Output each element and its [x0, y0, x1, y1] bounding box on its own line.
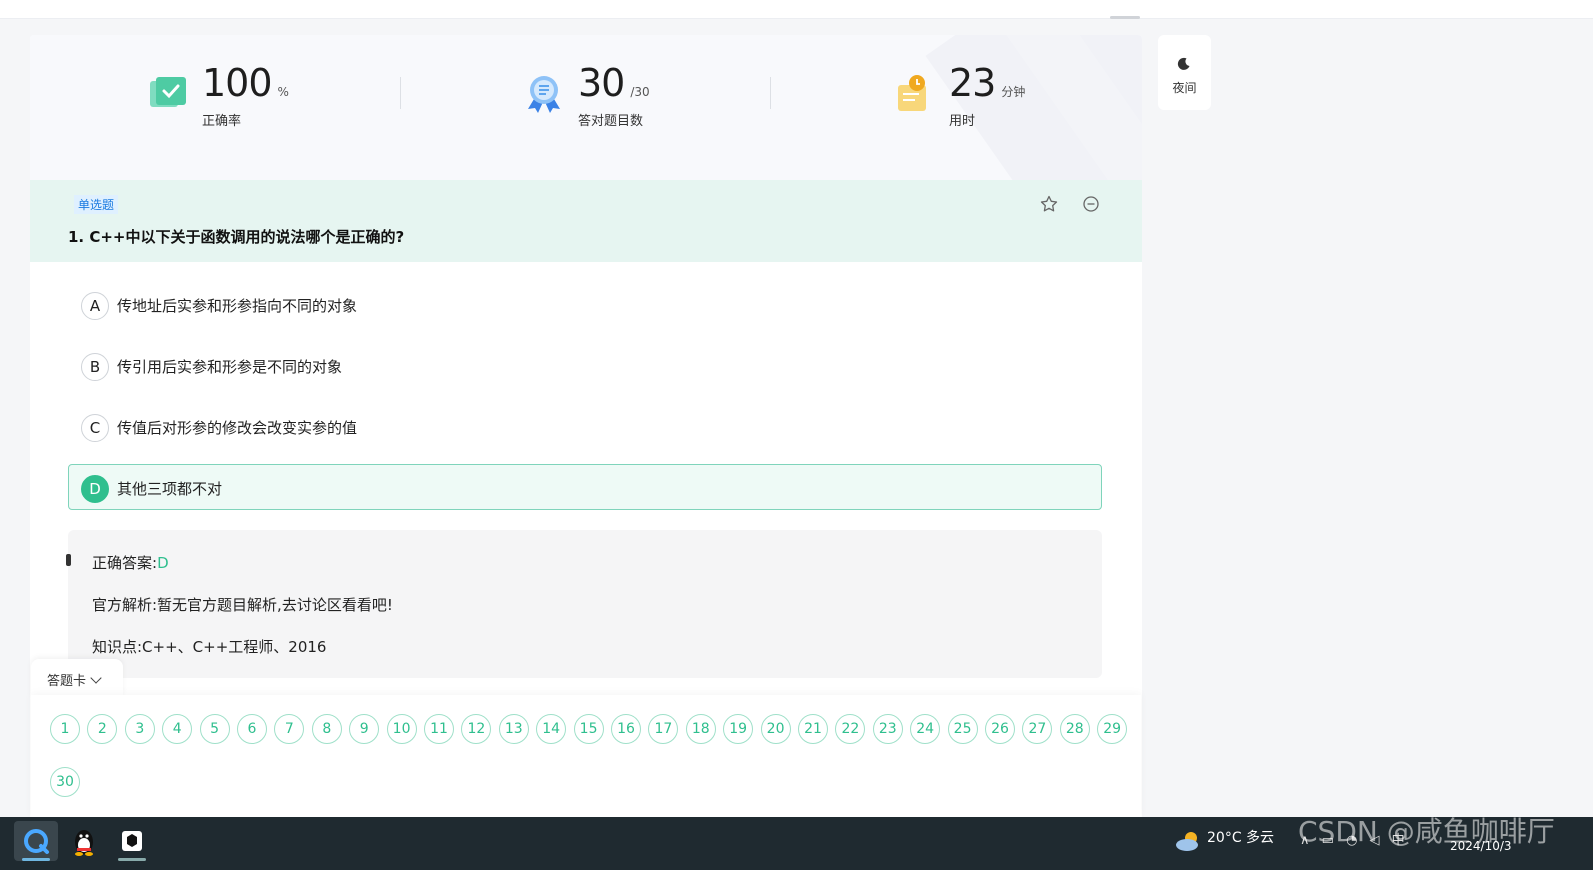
- stats-header: 100% 正确率 30/30 答对题目数 23 分钟 用时: [30, 35, 1142, 180]
- question-number-button[interactable]: 7: [274, 714, 305, 744]
- question-number-button[interactable]: 13: [498, 714, 529, 744]
- option-letter: B: [81, 353, 109, 381]
- question-number-button[interactable]: 10: [386, 714, 417, 744]
- question-number-button[interactable]: 27: [1022, 714, 1053, 744]
- question-number-button[interactable]: 17: [648, 714, 679, 744]
- chevron-down-icon: [90, 672, 102, 684]
- question-number-button[interactable]: 21: [798, 714, 828, 744]
- taskbar-browser[interactable]: [14, 821, 58, 861]
- accuracy-label: 正确率: [202, 114, 242, 129]
- question-number-button[interactable]: 1: [50, 714, 80, 744]
- correct-count-value: 30/30: [578, 61, 650, 105]
- browser-icon: [24, 829, 49, 854]
- taskbar-qq[interactable]: [62, 821, 106, 861]
- option-text: 其他三项都不对: [117, 480, 223, 498]
- option-text: 传值后对形参的修改会改变实参的值: [117, 419, 358, 437]
- option-a[interactable]: A 传地址后实参和形参指向不同的对象: [68, 281, 1102, 327]
- answer-card-panel: 1 2 3 4 5 6 7 8 9 10 11 12 13 14 15 16 17 18 19 20 21 22 23 24 2…: [31, 695, 1141, 817]
- option-letter: D: [81, 475, 109, 503]
- question-number-button[interactable]: 4: [162, 714, 193, 744]
- night-mode-label: 夜间: [1172, 81, 1197, 95]
- option-letter: A: [81, 292, 109, 320]
- night-mode-button[interactable]: 夜间: [1158, 35, 1211, 110]
- question-number-button[interactable]: 8: [311, 714, 342, 744]
- cloudy-weather-icon: [1176, 832, 1198, 851]
- official-analysis: 官方解析:暂无官方题目解析,去讨论区看看吧!: [92, 596, 393, 614]
- question-number-button[interactable]: 3: [124, 714, 155, 744]
- question-number-button[interactable]: 16: [611, 714, 641, 744]
- time-value: 23 分钟: [949, 61, 1026, 105]
- answer-explanation-box: 正确答案:D 官方解析:暂无官方题目解析,去讨论区看看吧! 知识点:C++、C+…: [66, 530, 1102, 678]
- knowledge-points: 知识点:C++、C++工程师、2016: [92, 638, 327, 656]
- active-indicator: [22, 858, 50, 861]
- question-header: 单选题 1. C++中以下关于函数调用的说法哪个是正确的?: [30, 180, 1142, 262]
- remove-circle-icon[interactable]: [1081, 194, 1101, 214]
- app-cube-icon: [122, 831, 142, 851]
- question-number-button[interactable]: 28: [1059, 714, 1090, 744]
- question-number-button[interactable]: 26: [985, 714, 1015, 744]
- question-number-button[interactable]: 22: [835, 714, 866, 744]
- top-bar: [0, 0, 1593, 19]
- top-bar-handle: [1110, 16, 1140, 19]
- question-number-button[interactable]: 15: [573, 714, 604, 744]
- accuracy-value: 100%: [202, 61, 289, 105]
- question-number-button[interactable]: 24: [910, 714, 941, 744]
- option-letter: C: [81, 414, 109, 442]
- correct-answer-row: 正确答案:D: [92, 552, 169, 573]
- answer-card-toggle[interactable]: 答题卡: [31, 659, 123, 697]
- option-d-selected[interactable]: D 其他三项都不对: [68, 464, 1102, 510]
- question-number-button[interactable]: 20: [760, 714, 791, 744]
- question-number-button[interactable]: 19: [723, 714, 754, 744]
- penguin-icon: [75, 830, 93, 856]
- option-b[interactable]: B 传引用后实参和形参是不同的对象: [68, 342, 1102, 388]
- question-number-button[interactable]: 5: [199, 714, 230, 744]
- taskbar-app[interactable]: [110, 821, 154, 861]
- question-number-button[interactable]: 2: [87, 714, 118, 744]
- csdn-watermark: CSDN @咸鱼咖啡厅: [1298, 815, 1555, 848]
- question-type-badge: 单选题: [74, 195, 119, 214]
- correct-count-label: 答对题目数: [578, 114, 644, 129]
- option-text: 传引用后实参和形参是不同的对象: [117, 358, 343, 376]
- stats-divider: [770, 77, 771, 109]
- star-favorite-icon[interactable]: [1039, 194, 1059, 214]
- question-number-button[interactable]: 23: [872, 714, 903, 744]
- ribbon-medal-icon: [528, 76, 560, 113]
- option-text: 传地址后实参和形参指向不同的对象: [117, 297, 358, 315]
- answer-card-label: 答题卡: [47, 674, 87, 689]
- stats-divider: [400, 77, 401, 109]
- time-label: 用时: [949, 114, 976, 129]
- question-number-button[interactable]: 12: [461, 714, 492, 744]
- question-title: 1. C++中以下关于函数调用的说法哪个是正确的?: [68, 228, 405, 246]
- moon-icon: [1177, 57, 1190, 70]
- question-number-button[interactable]: 25: [947, 714, 978, 744]
- answer-marker: [66, 554, 71, 566]
- correct-answer-value: D: [157, 554, 169, 572]
- question-number-button[interactable]: 29: [1097, 714, 1128, 744]
- check-badge-icon: [150, 77, 186, 107]
- weather-text: 20°C 多云: [1207, 830, 1275, 846]
- question-number-button[interactable]: 18: [685, 714, 716, 744]
- correct-answer-label: 正确答案:: [92, 554, 158, 572]
- question-number-button[interactable]: 6: [237, 714, 267, 744]
- option-c[interactable]: C 传值后对形参的修改会改变实参的值: [68, 403, 1102, 449]
- question-number-button[interactable]: 14: [536, 714, 567, 744]
- clock-timer-icon: [898, 75, 926, 111]
- question-number-button[interactable]: 11: [424, 714, 454, 744]
- question-number-button[interactable]: 30: [50, 767, 80, 797]
- running-indicator: [118, 858, 146, 861]
- question-number-button[interactable]: 9: [349, 714, 380, 744]
